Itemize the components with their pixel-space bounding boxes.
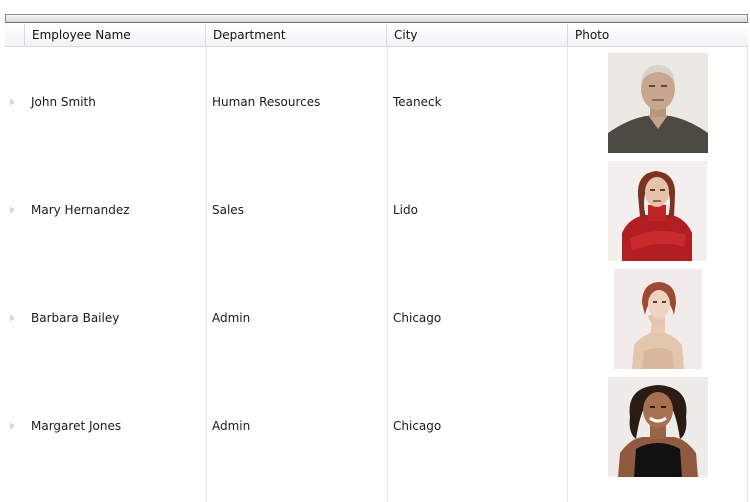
table-row[interactable]: Barbara Bailey Admin Chicago xyxy=(5,264,748,372)
employee-data-grid: Employee Name Department City Photo John… xyxy=(5,24,748,502)
city-cell: Lido xyxy=(393,203,418,217)
employee-photo-barbara-bailey xyxy=(614,269,702,369)
employee-name-cell: John Smith xyxy=(31,95,96,109)
scrollbar-track[interactable] xyxy=(5,14,748,23)
department-cell: Sales xyxy=(212,203,244,217)
employee-name-cell: Margaret Jones xyxy=(31,419,122,433)
column-header-photo[interactable]: Photo xyxy=(568,24,748,46)
row-selector-icon[interactable] xyxy=(10,422,15,430)
employee-photo-margaret-jones xyxy=(608,377,708,477)
row-selector-icon[interactable] xyxy=(10,206,15,214)
row-selector-icon[interactable] xyxy=(10,314,15,322)
table-row[interactable]: John Smith Human Resources Teaneck xyxy=(5,48,748,156)
city-cell: Chicago xyxy=(393,419,442,433)
department-cell: Admin xyxy=(212,419,251,433)
department-cell: Human Resources xyxy=(212,95,321,109)
row-header-corner xyxy=(5,24,25,46)
employee-name-cell: Mary Hernandez xyxy=(31,203,130,217)
grid-header: Employee Name Department City Photo xyxy=(5,24,748,47)
employee-name-cell: Barbara Bailey xyxy=(31,311,120,325)
column-header-employee-name[interactable]: Employee Name xyxy=(25,24,206,46)
table-row[interactable]: Mary Hernandez Sales Lido xyxy=(5,156,748,264)
employee-photo-mary-hernandez xyxy=(608,161,707,261)
city-cell: Chicago xyxy=(393,311,442,325)
employee-photo-john-smith xyxy=(608,53,708,153)
column-header-department[interactable]: Department xyxy=(206,24,387,46)
city-cell: Teaneck xyxy=(393,95,442,109)
row-selector-icon[interactable] xyxy=(10,98,15,106)
department-cell: Admin xyxy=(212,311,251,325)
column-header-city[interactable]: City xyxy=(387,24,568,46)
table-row[interactable]: Margaret Jones Admin Chicago xyxy=(5,372,748,480)
